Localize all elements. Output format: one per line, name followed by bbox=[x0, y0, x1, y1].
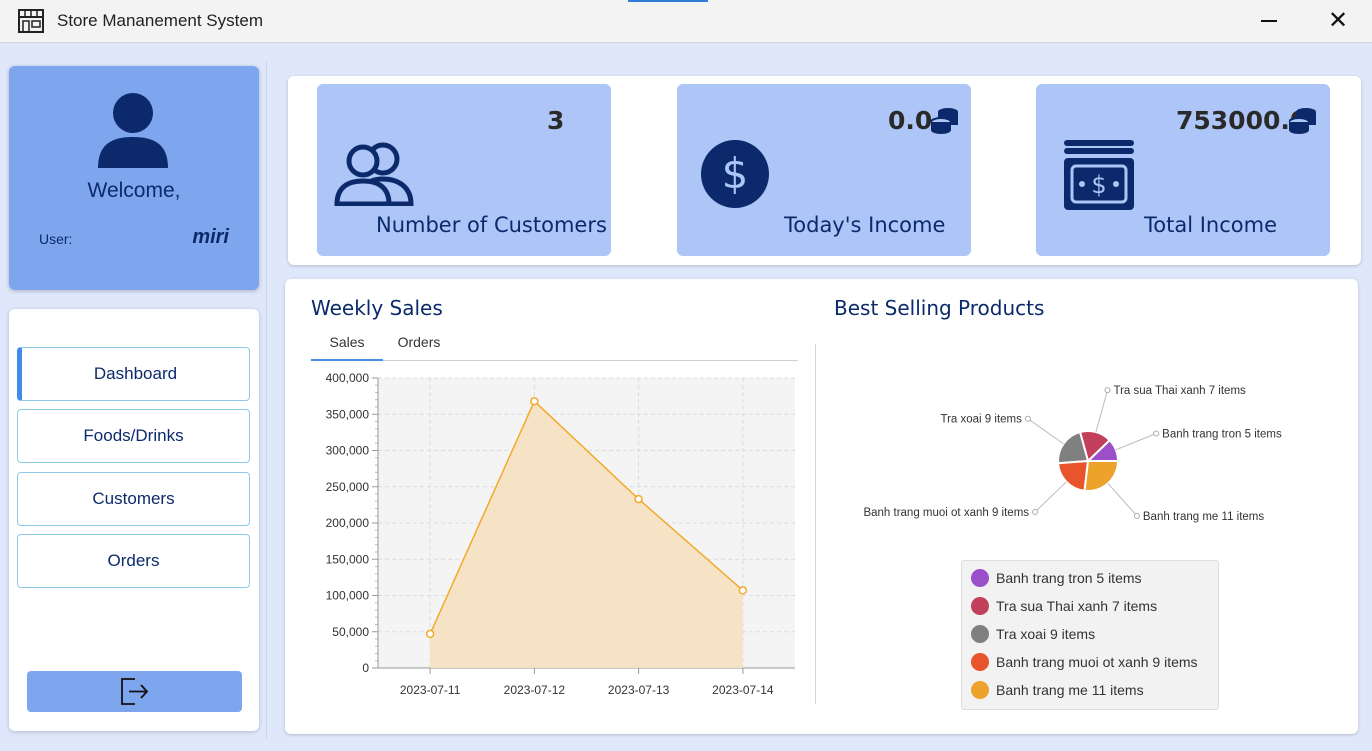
sales-point bbox=[530, 396, 539, 406]
best-selling-pie-chart: Banh trang tron 5 items Tra sua Thai xanh… bbox=[863, 385, 1282, 523]
legend-item: Banh trang muoi ot xanh 9 items bbox=[971, 651, 1198, 673]
pie-leader-dot bbox=[1104, 387, 1111, 394]
legend-item: Banh trang tron 5 items bbox=[971, 567, 1142, 589]
legend-swatch bbox=[971, 681, 989, 699]
today-income-value: 0.0 bbox=[888, 106, 933, 135]
y-tick-label: 50,000 bbox=[332, 625, 369, 639]
cash-icon: $ bbox=[1064, 140, 1134, 210]
pie-slice bbox=[1057, 459, 1090, 492]
user-label: User: bbox=[39, 231, 73, 247]
y-tick-label: 0 bbox=[362, 661, 369, 675]
legend-swatch bbox=[971, 625, 989, 643]
charts-panel: Weekly Sales Sales Orders 0 50,000 100,000… bbox=[285, 279, 1358, 734]
customers-value: 3 bbox=[547, 106, 565, 135]
nav-dashboard-button[interactable]: Dashboard bbox=[17, 347, 250, 401]
today-income-label: Today's Income bbox=[784, 213, 946, 237]
legend-label: Banh trang muoi ot xanh 9 items bbox=[996, 654, 1198, 670]
sales-point bbox=[634, 494, 643, 504]
pie-leader-line bbox=[1107, 483, 1138, 517]
profile-card: Welcome, User: miri bbox=[9, 66, 259, 290]
y-tick-label: 300,000 bbox=[326, 444, 370, 458]
pie-slice-label: Tra xoai 9 items bbox=[940, 414, 1022, 426]
store-icon bbox=[18, 9, 44, 33]
pie-legend: Banh trang tron 5 items Tra sua Thai xanh… bbox=[961, 560, 1219, 710]
coins-icon bbox=[1289, 108, 1316, 134]
pie-leader-dot bbox=[1024, 415, 1031, 422]
total-income-value: 753000.0 bbox=[1176, 106, 1308, 135]
title-bar: Store Mananement System ✕ bbox=[0, 0, 1372, 43]
user-name: miri bbox=[192, 226, 229, 248]
legend-label: Tra xoai 9 items bbox=[996, 626, 1096, 642]
sidebar-separator bbox=[266, 62, 267, 738]
x-tick-label: 2023-07-12 bbox=[504, 683, 566, 697]
pie-leader-dot bbox=[1153, 430, 1160, 437]
tab-orders[interactable]: Orders bbox=[383, 329, 455, 361]
stats-panel: 3 Number of Customers $ 0.0 Today's Inco… bbox=[288, 76, 1361, 265]
window-title: Store Mananement System bbox=[57, 11, 263, 30]
weekly-sales-tabs: Sales Orders bbox=[311, 329, 798, 361]
legend-label: Banh trang me 11 items bbox=[996, 682, 1144, 698]
x-tick-label: 2023-07-11 bbox=[400, 683, 461, 697]
pie-leader-line bbox=[1027, 418, 1064, 445]
pie-slice-label: Banh trang tron 5 items bbox=[1162, 429, 1282, 441]
weekly-sales-chart: 0 50,000 100,000 150,000 200,000 250,000 300,0… bbox=[326, 371, 795, 697]
pie-leader-dot bbox=[1133, 512, 1140, 519]
close-icon[interactable]: ✕ bbox=[1326, 9, 1350, 33]
pie-slice bbox=[1083, 460, 1120, 492]
sidebar-nav: Dashboard Foods/Drinks Customers Orders bbox=[9, 309, 259, 731]
nav-foods-drinks-button[interactable]: Foods/Drinks bbox=[17, 409, 250, 463]
sales-point bbox=[425, 629, 435, 639]
user-avatar-icon bbox=[98, 93, 168, 168]
customers-icon bbox=[334, 142, 414, 206]
pie-slice-label: Tra sua Thai xanh 7 items bbox=[1113, 385, 1246, 397]
minimize-icon[interactable] bbox=[1261, 20, 1277, 22]
pie-leader-dot bbox=[1032, 508, 1039, 515]
chart-divider bbox=[815, 344, 816, 704]
total-income-label: Total Income bbox=[1144, 213, 1277, 237]
pie-slice-label: Banh trang muoi ot xanh 9 items bbox=[863, 507, 1029, 519]
pie-leader-line bbox=[1034, 481, 1067, 513]
best-selling-title: Best Selling Products bbox=[834, 296, 1045, 320]
legend-swatch bbox=[971, 653, 989, 671]
legend-swatch bbox=[971, 597, 989, 615]
pie-leader-line bbox=[1115, 433, 1157, 451]
coins-icon bbox=[931, 108, 958, 134]
today-income-card: $ 0.0 Today's Income bbox=[677, 84, 971, 256]
y-tick-label: 200,000 bbox=[326, 516, 370, 530]
legend-item: Banh trang me 11 items bbox=[971, 679, 1144, 701]
y-tick-label: 250,000 bbox=[326, 480, 370, 494]
y-tick-label: 400,000 bbox=[326, 371, 370, 385]
nav-orders-button[interactable]: Orders bbox=[17, 534, 250, 588]
dollar-icon: $ bbox=[701, 140, 769, 208]
x-tick-label: 2023-07-13 bbox=[608, 683, 670, 697]
legend-label: Tra sua Thai xanh 7 items bbox=[996, 598, 1158, 614]
y-tick-label: 150,000 bbox=[326, 552, 370, 566]
legend-item: Tra xoai 9 items bbox=[971, 623, 1095, 645]
y-tick-label: 100,000 bbox=[326, 589, 370, 603]
customers-label: Number of Customers bbox=[376, 213, 607, 237]
tab-sales[interactable]: Sales bbox=[311, 329, 383, 361]
legend-label: Banh trang tron 5 items bbox=[996, 570, 1142, 586]
sales-point bbox=[738, 586, 748, 595]
logout-button[interactable] bbox=[27, 671, 242, 712]
title-bar-accent bbox=[628, 0, 708, 2]
total-income-card: $ 753000.0 Total Income bbox=[1036, 84, 1330, 256]
legend-swatch bbox=[971, 569, 989, 587]
pie-leader-line bbox=[1095, 389, 1108, 433]
customers-card: 3 Number of Customers bbox=[317, 84, 611, 256]
x-tick-label: 2023-07-14 bbox=[712, 683, 774, 697]
welcome-text: Welcome, bbox=[87, 179, 181, 202]
nav-customers-button[interactable]: Customers bbox=[17, 472, 250, 526]
svg-text:$: $ bbox=[1091, 171, 1106, 199]
legend-item: Tra sua Thai xanh 7 items bbox=[971, 595, 1157, 617]
y-tick-label: 350,000 bbox=[326, 407, 370, 421]
pie-slice-label: Banh trang me 11 items bbox=[1143, 511, 1264, 523]
svg-text:$: $ bbox=[722, 149, 749, 198]
logout-icon bbox=[121, 678, 149, 705]
weekly-sales-title: Weekly Sales bbox=[311, 296, 443, 320]
